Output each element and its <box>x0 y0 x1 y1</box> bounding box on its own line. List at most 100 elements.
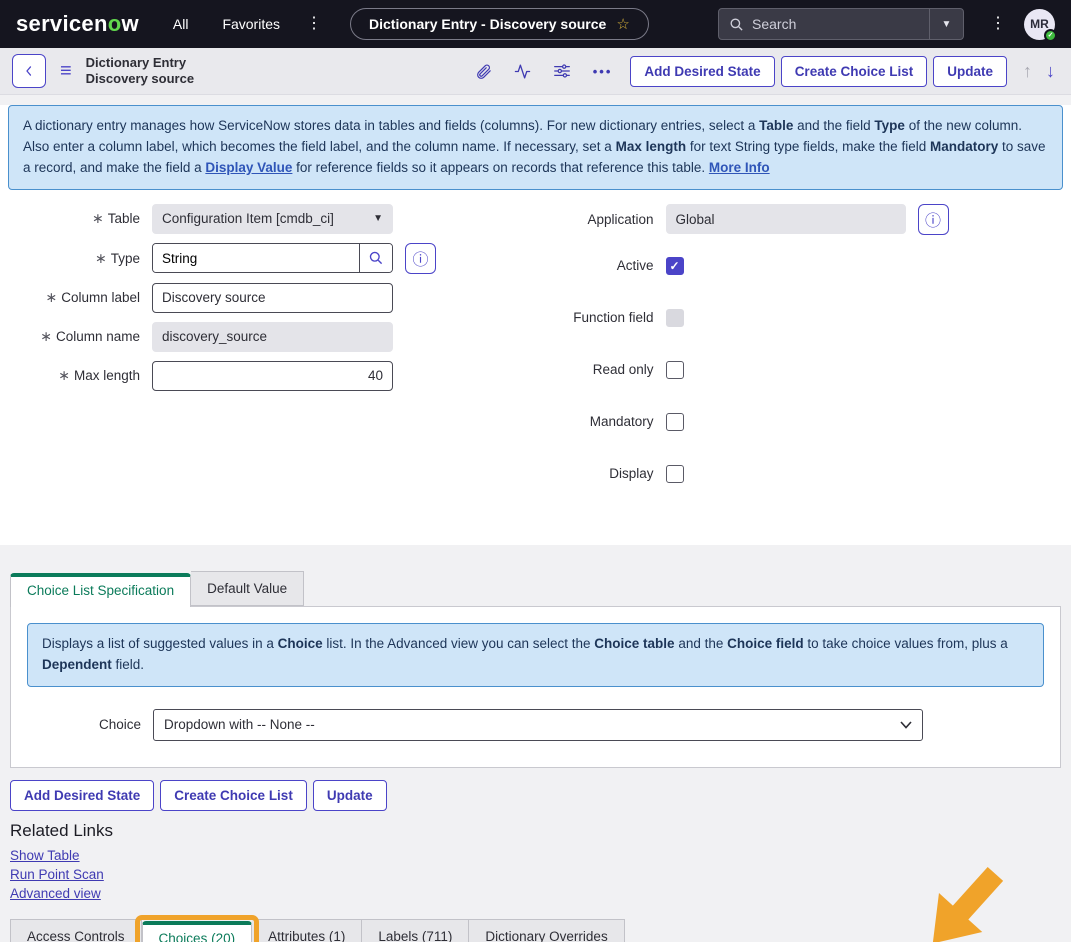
global-search[interactable]: Search ▼ <box>718 8 964 40</box>
choice-select[interactable]: Dropdown with -- None -- <box>153 709 923 741</box>
choice-info-banner: Displays a list of suggested values in a… <box>27 623 1044 687</box>
type-field-label: ∗Type <box>10 250 152 267</box>
create-choice-list-button-bottom[interactable]: Create Choice List <box>160 780 307 811</box>
choice-list-tab-content: Displays a list of suggested values in a… <box>10 606 1061 768</box>
search-placeholder: Search <box>752 16 796 32</box>
chevron-down-icon <box>900 721 912 729</box>
servicenow-app: servicenow All Favorites ⋮ Dictionary En… <box>0 0 1071 942</box>
tab-choice-list-specification[interactable]: Choice List Specification <box>10 573 191 607</box>
header-kebab-menu-icon[interactable]: ⋮ <box>990 16 1006 32</box>
tab-access-controls[interactable]: Access Controls <box>10 919 142 942</box>
favorite-star-icon[interactable]: ☆ <box>616 15 629 33</box>
search-icon <box>368 250 384 266</box>
function-field-checkbox <box>666 309 684 327</box>
required-icon: ∗ <box>58 367 70 383</box>
required-icon: ∗ <box>40 328 52 344</box>
chevron-left-icon <box>22 64 36 78</box>
update-button-bottom[interactable]: Update <box>313 780 387 811</box>
required-icon: ∗ <box>95 250 107 266</box>
form-column-right: Application Global ⓘ Active ✓ Function f… <box>536 204 1062 511</box>
required-icon: ∗ <box>92 210 104 226</box>
field-row-column-name: ∗Column name discovery_source <box>10 322 536 352</box>
tab-labels[interactable]: Labels (711) <box>362 919 469 942</box>
create-choice-list-button[interactable]: Create Choice List <box>781 56 928 87</box>
form-column-left: ∗Table Configuration Item [cmdb_ci] ▼ ∗T… <box>10 204 536 511</box>
read-only-checkbox[interactable] <box>666 361 684 379</box>
application-field-label: Application <box>536 212 666 227</box>
column-label-input[interactable] <box>152 283 393 313</box>
global-search-input[interactable]: Search <box>719 16 929 32</box>
add-desired-state-button-bottom[interactable]: Add Desired State <box>10 780 154 811</box>
nav-favorites[interactable]: Favorites <box>222 16 280 32</box>
table-select-value: Configuration Item [cmdb_ci] <box>162 211 334 226</box>
max-length-input[interactable] <box>152 361 393 391</box>
record-pill-title: Dictionary Entry - Discovery source <box>369 16 606 32</box>
update-button[interactable]: Update <box>933 56 1007 87</box>
active-field-label: Active <box>536 258 666 273</box>
link-run-point-scan[interactable]: Run Point Scan <box>10 867 104 882</box>
tab-dictionary-overrides[interactable]: Dictionary Overrides <box>469 919 624 942</box>
type-lookup-button[interactable] <box>359 244 392 272</box>
record-title: Dictionary Entry Discovery source <box>86 55 194 88</box>
display-checkbox[interactable] <box>666 465 684 483</box>
nav-more-menu-icon[interactable]: ⋮ <box>306 16 322 32</box>
field-row-read-only: Read only <box>536 355 1062 385</box>
mandatory-checkbox[interactable] <box>666 413 684 431</box>
search-scope-dropdown[interactable]: ▼ <box>929 9 963 39</box>
active-checkbox[interactable]: ✓ <box>666 257 684 275</box>
caret-down-icon: ▼ <box>373 213 383 224</box>
activity-stream-icon[interactable] <box>514 63 531 80</box>
read-only-field-label: Read only <box>536 362 666 377</box>
column-name-readonly: discovery_source <box>152 322 393 352</box>
field-row-display: Display <box>536 459 1062 489</box>
top-nav-bar: servicenow All Favorites ⋮ Dictionary En… <box>0 0 1071 48</box>
tab-attributes[interactable]: Attributes (1) <box>252 919 362 942</box>
nav-all[interactable]: All <box>173 16 189 32</box>
form-footer-buttons: Add Desired State Create Choice List Upd… <box>0 768 1071 813</box>
next-record-icon[interactable]: ↓ <box>1046 61 1055 82</box>
logo-green-o: o <box>108 11 122 36</box>
related-links-section: Related Links Show Table Run Point Scan … <box>0 813 1071 901</box>
field-row-active: Active ✓ <box>536 251 1062 281</box>
required-icon: ∗ <box>45 289 57 305</box>
column-name-field-label: ∗Column name <box>10 328 152 345</box>
more-options-icon[interactable]: ••• <box>593 64 613 79</box>
record-header-toolbar: ≡ Dictionary Entry Discovery source ••• … <box>0 48 1071 95</box>
user-avatar[interactable]: MR ✓ <box>1024 9 1055 40</box>
presence-badge: ✓ <box>1044 29 1057 42</box>
search-icon <box>729 17 744 32</box>
previous-record-icon[interactable]: ↑ <box>1023 61 1032 82</box>
tab-choices[interactable]: Choices (20) <box>142 921 253 942</box>
personalize-form-icon[interactable] <box>553 63 571 79</box>
display-field-label: Display <box>536 466 666 481</box>
field-row-max-length: ∗Max length <box>10 361 536 391</box>
application-readonly: Global <box>666 204 906 234</box>
application-info-button[interactable]: ⓘ <box>918 204 949 235</box>
type-info-button[interactable]: ⓘ <box>405 243 436 274</box>
field-row-function-field: Function field <box>536 303 1062 333</box>
max-length-field-label: ∗Max length <box>10 367 152 384</box>
current-record-pill[interactable]: Dictionary Entry - Discovery source ☆ <box>350 8 649 40</box>
table-select[interactable]: Configuration Item [cmdb_ci] ▼ <box>152 204 393 234</box>
caret-down-icon: ▼ <box>942 19 952 30</box>
logo-text: servicen <box>16 11 108 36</box>
column-label-field-label: ∗Column label <box>10 289 152 306</box>
servicenow-logo[interactable]: servicenow <box>16 11 139 37</box>
attachment-icon[interactable] <box>475 63 492 80</box>
link-show-table[interactable]: Show Table <box>10 848 80 863</box>
link-advanced-view[interactable]: Advanced view <box>10 886 101 901</box>
form-context-menu-icon[interactable]: ≡ <box>60 60 72 83</box>
tab-default-value[interactable]: Default Value <box>191 571 304 606</box>
record-title-type: Dictionary Entry <box>86 55 194 71</box>
related-links-heading: Related Links <box>10 821 1061 841</box>
type-input[interactable] <box>153 244 359 272</box>
table-field-label: ∗Table <box>10 210 152 227</box>
back-button[interactable] <box>12 54 46 88</box>
function-field-label: Function field <box>536 310 666 325</box>
field-row-table: ∗Table Configuration Item [cmdb_ci] ▼ <box>10 204 536 234</box>
form-body: A dictionary entry manages how ServiceNo… <box>0 105 1071 545</box>
form-section-tabs: Choice List Specification Default Value <box>0 545 1071 606</box>
dictionary-info-banner: A dictionary entry manages how ServiceNo… <box>8 105 1063 190</box>
add-desired-state-button[interactable]: Add Desired State <box>630 56 774 87</box>
check-icon: ✓ <box>669 259 679 273</box>
